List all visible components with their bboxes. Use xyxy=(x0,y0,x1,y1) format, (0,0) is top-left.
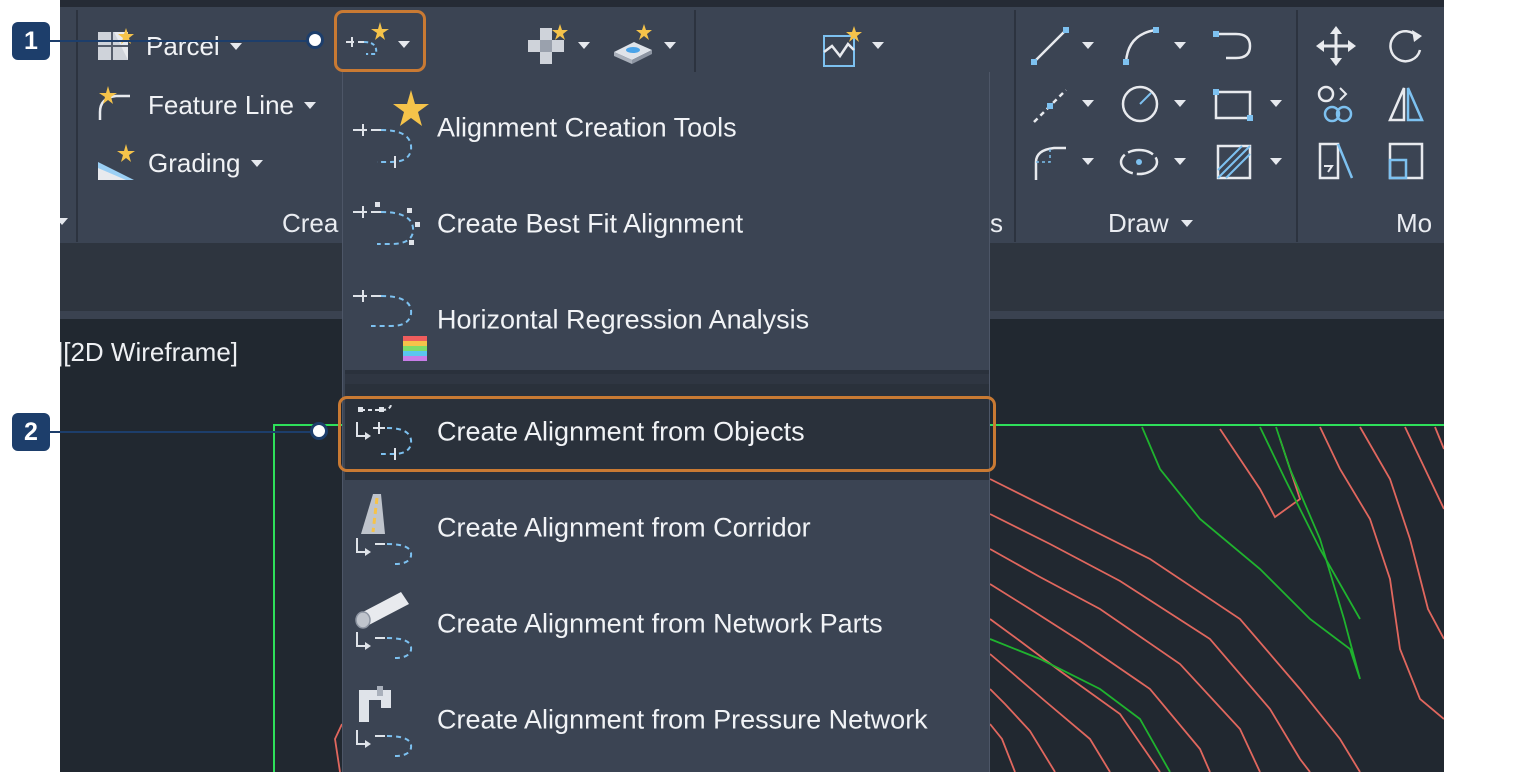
collapsed-panel-caret[interactable] xyxy=(60,218,68,225)
alignment-from-corridor-icon xyxy=(356,494,413,565)
construction-line-icon[interactable] xyxy=(1030,86,1070,126)
profile-view-dropdown-caret[interactable] xyxy=(872,42,884,49)
create-best-fit-alignment-item[interactable]: Create Best Fit Alignment xyxy=(345,176,989,272)
contour-line xyxy=(989,723,1016,772)
parcel-button[interactable]: Parcel xyxy=(96,26,242,66)
parcel-icon xyxy=(98,28,134,60)
line-dropdown-caret[interactable] xyxy=(1082,42,1094,49)
scale-icon[interactable] xyxy=(1386,140,1426,182)
menu-item-label: Horizontal Regression Analysis xyxy=(437,304,810,335)
ellipse-dropdown-caret[interactable] xyxy=(1174,158,1186,165)
parcel-dropdown-caret[interactable] xyxy=(229,42,242,50)
contour-line xyxy=(989,548,1261,772)
rectangle-dropdown-caret[interactable] xyxy=(1270,100,1282,107)
callout-2-leader xyxy=(48,431,314,433)
copy-icon[interactable] xyxy=(1316,84,1356,124)
intersection-dropdown-caret[interactable] xyxy=(578,42,590,49)
panel-separator xyxy=(1014,10,1016,242)
assembly-dropdown-caret[interactable] xyxy=(664,42,676,49)
menu-item-label: Create Alignment from Corridor xyxy=(437,512,811,543)
create-alignment-from-corridor-item[interactable]: Create Alignment from Corridor xyxy=(345,480,989,576)
arc-icon[interactable] xyxy=(1122,26,1162,66)
feature-line-icon xyxy=(98,86,130,120)
contour-line xyxy=(1219,428,1302,519)
callout-2-anchor xyxy=(310,422,328,440)
intersection-icon[interactable] xyxy=(526,24,570,68)
menu-separator-band xyxy=(345,374,989,384)
draw-panel-title[interactable]: Draw xyxy=(1108,208,1193,239)
contour-line xyxy=(1359,426,1444,640)
grading-icon xyxy=(98,144,135,180)
alignment-creation-tools-item[interactable]: Alignment Creation Tools xyxy=(345,80,989,176)
feature-line-label: Feature Line xyxy=(148,89,294,120)
contour-line xyxy=(989,478,1361,772)
mirror-icon[interactable] xyxy=(1386,84,1426,124)
feature-line-button[interactable]: Feature Line xyxy=(96,84,316,126)
contour-line xyxy=(989,583,1211,772)
panel-separator xyxy=(1296,10,1298,242)
move-icon[interactable] xyxy=(1316,26,1356,66)
callout-1-leader xyxy=(48,40,310,42)
rotate-icon[interactable] xyxy=(1386,26,1426,66)
draw-panel-caret xyxy=(1180,220,1193,227)
grading-dropdown-caret[interactable] xyxy=(250,159,263,167)
hatch-icon[interactable] xyxy=(1214,142,1254,182)
contour-line xyxy=(1434,426,1444,450)
rectangle-icon[interactable] xyxy=(1212,84,1254,124)
menu-item-label: Create Best Fit Alignment xyxy=(437,208,744,239)
hatch-dropdown-caret[interactable] xyxy=(1270,158,1282,165)
major-contour-line xyxy=(1141,426,1361,680)
circle-dropdown-caret[interactable] xyxy=(1174,100,1186,107)
alignment-from-pressure-network-icon xyxy=(356,686,413,757)
polyline-icon[interactable] xyxy=(1212,26,1256,66)
contour-line xyxy=(1404,426,1444,510)
construction-line-dropdown-caret[interactable] xyxy=(1082,100,1094,107)
feature-line-dropdown-caret[interactable] xyxy=(303,101,316,109)
draw-panel-label: Draw xyxy=(1108,208,1169,238)
assembly-icon[interactable] xyxy=(612,24,656,68)
menu-item-label: Create Alignment from Network Parts xyxy=(437,608,883,639)
callout-2-badge: 2 xyxy=(12,413,50,451)
alignment-creation-tools-icon xyxy=(353,90,429,168)
ribbon-tab-strip xyxy=(60,0,1444,7)
profile-panel-title: s xyxy=(990,208,1003,238)
alignment-button-highlight xyxy=(334,10,426,72)
civil3d-window: Parcel Feature Line Grading Crea s Draw … xyxy=(60,0,1444,772)
objects-item-highlight xyxy=(338,396,996,472)
parcel-label: Parcel xyxy=(146,30,220,61)
create-alignment-from-network-parts-item[interactable]: Create Alignment from Network Parts xyxy=(345,576,989,672)
modify-panel-title: Mo xyxy=(1396,208,1433,238)
grading-button[interactable]: Grading xyxy=(96,142,263,184)
grading-label: Grading xyxy=(148,147,241,178)
create-alignment-from-pressure-network-item[interactable]: Create Alignment from Pressure Network xyxy=(345,672,989,768)
major-contour-line xyxy=(1259,426,1361,620)
spline-icon[interactable] xyxy=(1030,142,1070,182)
callout-1-anchor xyxy=(306,31,324,49)
regression-analysis-icon xyxy=(353,290,427,361)
horizontal-regression-analysis-item[interactable]: Horizontal Regression Analysis xyxy=(345,272,989,368)
profile-view-icon[interactable] xyxy=(820,26,864,70)
line-icon[interactable] xyxy=(1030,26,1070,66)
menu-item-label: Create Alignment from Pressure Network xyxy=(437,704,928,735)
callout-1-badge: 1 xyxy=(12,22,50,60)
contour-line xyxy=(334,723,343,772)
contour-line xyxy=(989,618,1161,772)
alignment-from-network-parts-icon xyxy=(355,592,413,659)
best-fit-alignment-icon xyxy=(353,202,420,245)
panel-separator xyxy=(76,10,78,242)
spline-dropdown-caret[interactable] xyxy=(1082,158,1094,165)
ellipse-icon[interactable] xyxy=(1118,142,1160,182)
major-contour-line xyxy=(989,638,1171,772)
circle-icon[interactable] xyxy=(1120,84,1160,124)
create-design-panel-title: Crea xyxy=(282,208,339,238)
menu-item-label: Alignment Creation Tools xyxy=(437,112,737,143)
arc-dropdown-caret[interactable] xyxy=(1174,42,1186,49)
stretch-icon[interactable] xyxy=(1316,140,1356,182)
